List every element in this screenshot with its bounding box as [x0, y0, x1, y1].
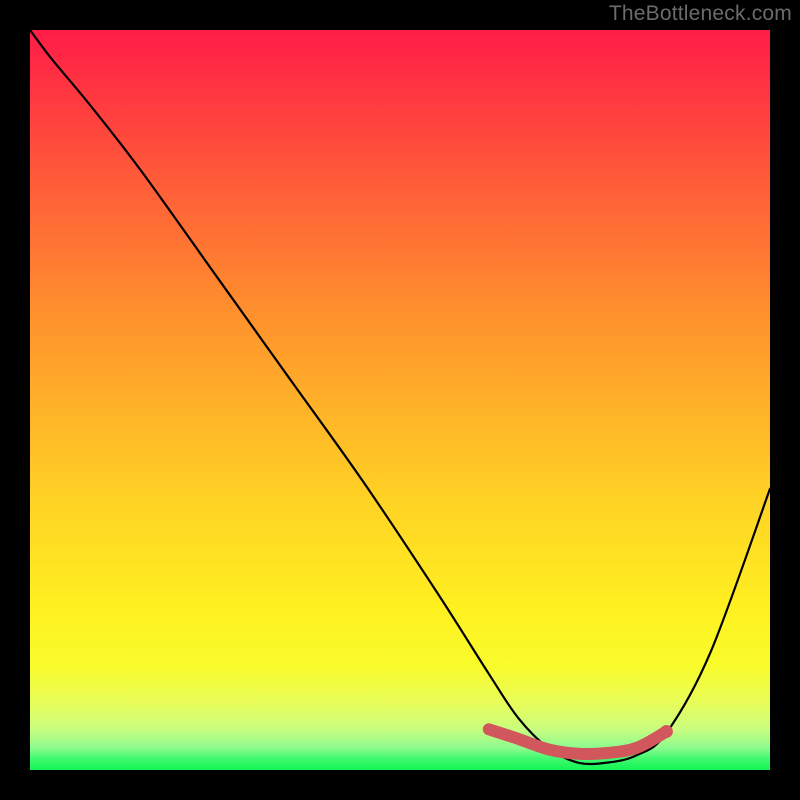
watermark-text: TheBottleneck.com	[609, 2, 792, 26]
plot-area	[30, 30, 770, 770]
bottleneck-curve	[30, 30, 770, 764]
optimal-zone-end-dot	[660, 725, 673, 738]
curve-svg	[30, 30, 770, 770]
chart-frame: TheBottleneck.com	[0, 0, 800, 800]
optimal-zone-highlight	[489, 729, 667, 754]
